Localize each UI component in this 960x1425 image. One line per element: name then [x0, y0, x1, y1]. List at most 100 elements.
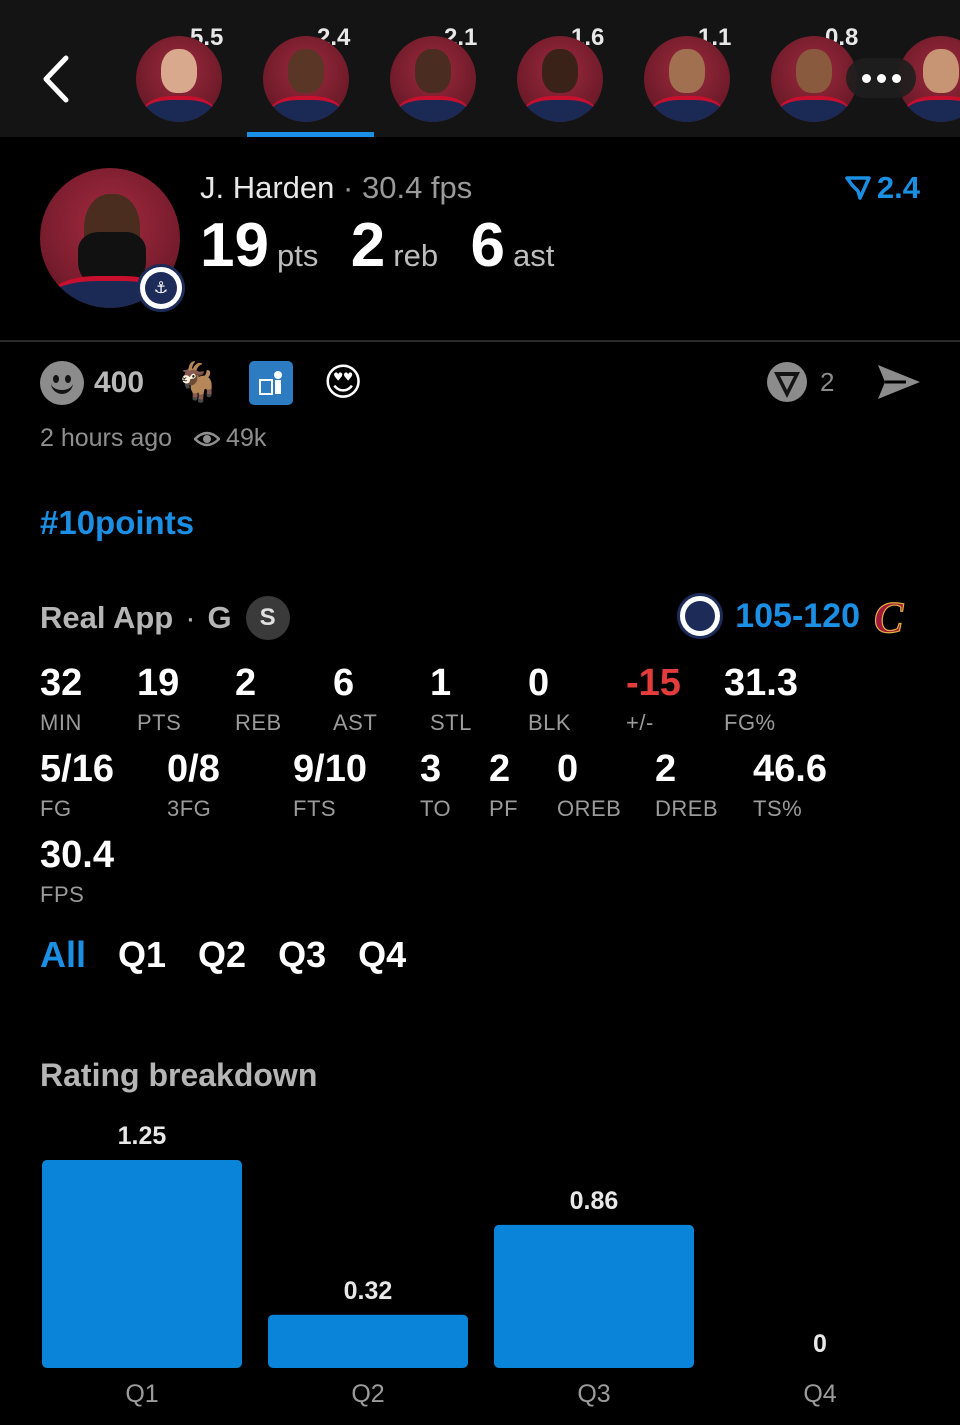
stat-label: FG	[40, 796, 72, 821]
ast-label: ast	[513, 238, 555, 273]
stat-blk: 0 BLK	[528, 664, 571, 736]
player-tab-avatar	[390, 36, 476, 122]
reaction-count[interactable]: 400	[94, 366, 144, 400]
player-tab[interactable]: 2.4	[247, 0, 374, 137]
stat-label: FG%	[724, 710, 776, 735]
post-time: 2 hours ago	[40, 424, 173, 452]
bar-q3[interactable]	[494, 1224, 694, 1368]
add-reaction-icon[interactable]	[40, 361, 84, 405]
tab-q2[interactable]: Q2	[198, 934, 246, 976]
stat-label: TS%	[753, 796, 803, 821]
stat-reb: 2 REB	[235, 664, 282, 736]
player-tab-avatar	[136, 36, 222, 122]
share-button[interactable]	[876, 362, 922, 407]
eye-icon	[194, 431, 221, 446]
stat-value: 6	[333, 662, 355, 704]
player-tab[interactable]: 5.5	[120, 0, 240, 137]
tab-q1[interactable]: Q1	[118, 934, 166, 976]
stat-value: 1	[430, 662, 452, 704]
player-statline: 19 pts 2 reb 6 ast	[200, 210, 582, 281]
bar-q1[interactable]	[42, 1160, 242, 1368]
stat-ast: 6 AST	[333, 664, 377, 736]
send-icon	[878, 365, 920, 399]
bar-value-label: 0.32	[344, 1277, 393, 1305]
stat-label: REB	[235, 710, 282, 735]
ast-value: 6	[470, 211, 506, 280]
x-tick-label: Q2	[351, 1380, 384, 1408]
stat-value: 31.3	[724, 662, 798, 704]
player-tab[interactable]: 1.1	[628, 0, 748, 137]
stat-label: 3FG	[167, 796, 212, 821]
player-tab[interactable]: 1.6	[501, 0, 621, 137]
stat-3fg: 0/8 3FG	[167, 750, 220, 822]
stat-label: OREB	[557, 796, 622, 821]
game-score[interactable]: 105-120 C	[677, 593, 920, 639]
x-tick-label: Q4	[803, 1380, 836, 1408]
player-tab[interactable]: 2.1	[374, 0, 494, 137]
x-tick-label: Q3	[577, 1380, 610, 1408]
stat-label: BLK	[528, 710, 572, 735]
reb-label: reb	[393, 238, 439, 273]
stat-value: 30.4	[40, 834, 114, 876]
stat-label: TO	[420, 796, 452, 821]
stat-value: 0	[557, 748, 579, 790]
stat-label: +/-	[626, 710, 654, 735]
game-info: Real App · G S	[40, 596, 290, 640]
goat-emoji-icon[interactable]: 🐐	[174, 364, 221, 402]
player-tab-avatar	[263, 36, 349, 122]
stat-label: PTS	[137, 710, 182, 735]
player-tab-avatar	[644, 36, 730, 122]
comments-button[interactable]: 2	[764, 360, 834, 404]
pts-value: 19	[200, 211, 269, 280]
comment-logo-icon	[767, 362, 807, 402]
stat-stl: 1 STL	[430, 664, 472, 736]
stat-value: 9/10	[293, 748, 367, 790]
chevron-left-icon	[43, 55, 69, 103]
stat-: -15 +/-	[626, 664, 681, 736]
stat-ts: 46.6 TS%	[753, 750, 827, 822]
stat-label: DREB	[655, 796, 719, 821]
rating-arrow-icon	[845, 176, 871, 200]
source-label: Real App	[40, 600, 174, 635]
tab-all[interactable]: All	[40, 934, 86, 976]
tab-q4[interactable]: Q4	[358, 934, 406, 976]
heart-eyes-emoji-icon[interactable]: 😍	[323, 364, 363, 402]
stat-value: 32	[40, 662, 83, 704]
stat-label: FTS	[293, 796, 337, 821]
stat-value: 2	[489, 748, 511, 790]
back-button[interactable]	[38, 54, 74, 104]
stat-value: 19	[137, 662, 180, 704]
stat-value: 2	[655, 748, 677, 790]
more-icon[interactable]	[846, 58, 916, 98]
player-name: J. Harden	[200, 170, 335, 205]
away-team-logo-icon: C	[873, 594, 904, 638]
player-name-line: J. Harden · 30.4 fps	[200, 170, 472, 206]
bar-q2[interactable]	[268, 1314, 468, 1368]
post-meta: 2 hours ago 49k	[40, 424, 266, 453]
separator-dot: ·	[343, 170, 354, 205]
stat-label: FPS	[40, 882, 85, 907]
view-count: 49k	[226, 424, 267, 452]
stat-pts: 19 PTS	[137, 664, 181, 736]
bar-value-label: 0.86	[570, 1187, 619, 1215]
stat-label: PF	[489, 796, 519, 821]
active-tab-indicator	[247, 132, 374, 137]
stat-value: 0/8	[167, 748, 220, 790]
player-rating[interactable]: 2.4	[845, 170, 920, 206]
separator-dot: ·	[185, 600, 196, 635]
stat-oreb: 0 OREB	[557, 750, 621, 822]
stat-to: 3 TO	[420, 750, 451, 822]
position-label: G	[207, 600, 232, 635]
trash-vote-icon[interactable]	[249, 361, 294, 405]
reb-value: 2	[350, 211, 386, 280]
score-text: 105-120	[735, 596, 860, 635]
hashtag-link[interactable]: #10points	[40, 504, 194, 542]
player-tab-avatar	[517, 36, 603, 122]
home-team-logo-icon	[677, 593, 724, 639]
stat-value: 3	[420, 748, 442, 790]
tab-q3[interactable]: Q3	[278, 934, 326, 976]
stat-fg: 31.3 FG%	[724, 664, 798, 736]
stat-min: 32 MIN	[40, 664, 82, 736]
starter-badge: S	[245, 596, 290, 640]
stat-label: STL	[430, 710, 472, 735]
